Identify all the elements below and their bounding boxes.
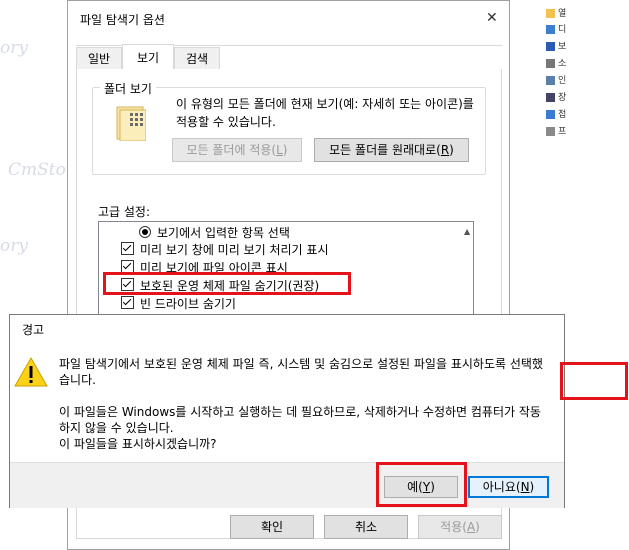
warning-message-line2: 이 파일들은 Windows를 시작하고 실행하는 데 필요하므로, 삭제하거나…: [59, 404, 549, 452]
flag-icon: [546, 42, 555, 51]
apply-to-folders-button[interactable]: 모든 폴더에 적용(L): [172, 138, 302, 162]
watermark-text: ory: [0, 236, 28, 256]
tree-item-radio[interactable]: 보기에서 입력한 항목 선택: [139, 224, 290, 241]
folder-icon: [546, 9, 555, 18]
globe-icon: [546, 76, 555, 85]
highlight-box: [560, 362, 628, 400]
list-item[interactable]: 프: [546, 124, 566, 137]
list-item[interactable]: 장: [546, 90, 566, 103]
checkbox-checked-icon[interactable]: [121, 242, 134, 255]
folder-view-description: 이 유형의 모든 폴더에 현재 보기(예: 자세히 또는 아이콘)를 적용할 수…: [176, 97, 474, 129]
advanced-settings-label: 고급 설정:: [98, 205, 151, 219]
tab-view[interactable]: 보기: [122, 44, 174, 70]
background-settings-list: 열 디 보 소 인 장 접 프: [540, 0, 629, 140]
warning-message-detail: 이 파일들은 Windows를 시작하고 실행하는 데 필요하므로, 삭제하거나…: [59, 405, 541, 435]
tab-search[interactable]: 검색: [174, 47, 220, 69]
highlight-box: [376, 462, 467, 507]
list-item[interactable]: 접: [546, 107, 566, 120]
list-item[interactable]: 보: [546, 39, 566, 52]
display-icon: [546, 25, 555, 34]
dialog-title: 파일 탐색기 옵션: [80, 13, 165, 27]
checkbox-checked-icon[interactable]: [121, 296, 134, 309]
ok-button[interactable]: 확인: [230, 515, 314, 539]
list-item[interactable]: 인: [546, 73, 566, 86]
reset-folders-button[interactable]: 모든 폴더를 원래대로(R): [314, 138, 469, 162]
scroll-up-icon[interactable]: ▲: [464, 227, 470, 236]
list-item[interactable]: 소: [546, 56, 566, 69]
warning-message-question: 이 파일들을 표시하시겠습니까?: [59, 437, 217, 451]
apply-button[interactable]: 적용(A): [418, 515, 502, 539]
watermark-text: ory: [0, 38, 28, 58]
folder-view-icon: [116, 106, 146, 141]
tree-item-hide-empty-drives[interactable]: 빈 드라이브 숨기기: [121, 295, 236, 312]
tree-item-preview-handlers[interactable]: 미리 보기 창에 미리 보기 처리기 표시: [121, 241, 329, 258]
watermark-text: CmSto: [8, 160, 66, 180]
warning-icon: [14, 357, 48, 387]
list-item[interactable]: 디: [546, 22, 566, 35]
no-button[interactable]: 아니요(N): [468, 476, 549, 498]
list-item[interactable]: 열: [546, 6, 566, 19]
device-icon: [546, 93, 555, 102]
folder-view-legend: 폴더 보기: [100, 80, 156, 97]
advanced-settings-tree[interactable]: 보기에서 입력한 항목 선택 미리 보기 창에 미리 보기 처리기 표시 미리 …: [98, 221, 474, 321]
warning-message-line1: 파일 탐색기에서 보호된 운영 체제 파일 즉, 시스템 및 숨김으로 설정된 …: [59, 357, 543, 387]
tab-general[interactable]: 일반: [76, 47, 122, 69]
highlight-box: [103, 272, 351, 295]
close-icon[interactable]: ✕: [486, 10, 498, 26]
program-icon: [546, 127, 555, 136]
radio-selected-icon[interactable]: [139, 226, 151, 238]
speaker-icon: [546, 59, 555, 68]
accessibility-icon: [546, 110, 555, 119]
cancel-button[interactable]: 취소: [324, 515, 408, 539]
warning-title: 경고: [22, 323, 45, 337]
